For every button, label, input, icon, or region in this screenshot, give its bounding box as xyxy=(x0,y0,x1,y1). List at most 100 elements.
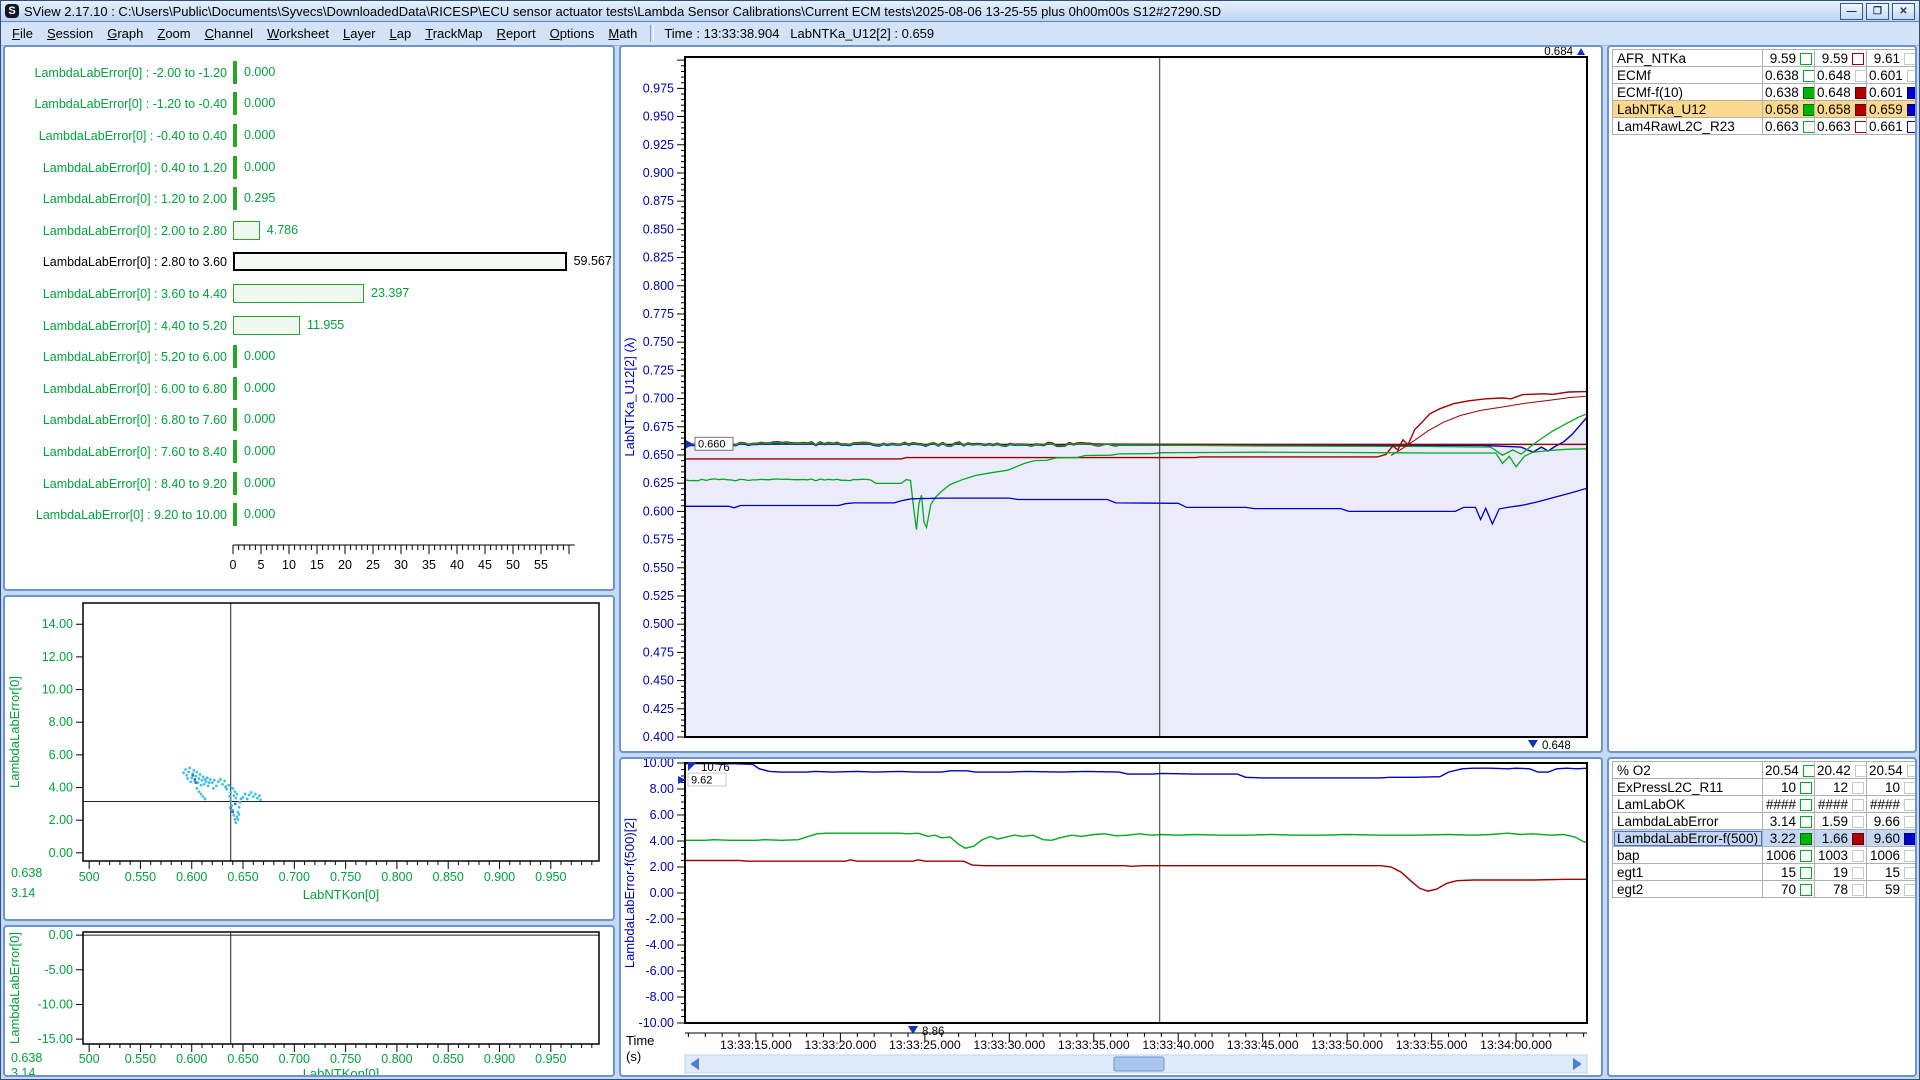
trace-swatch xyxy=(1904,884,1916,896)
channel-row-egt2[interactable]: egt2707859 xyxy=(1613,881,1918,898)
histogram-bar xyxy=(233,440,237,463)
channel-row-labntka-u12[interactable]: LabNTKa_U120.6580.6580.659 xyxy=(1613,101,1918,118)
svg-text:0.700: 0.700 xyxy=(279,1052,310,1066)
x-axis-title: LabNTKon[0] xyxy=(303,887,380,902)
channel-row-egt1[interactable]: egt1151915 xyxy=(1613,864,1918,881)
titlebar[interactable]: S SView 2.17.10 : C:\Users\Public\Docume… xyxy=(1,1,1919,22)
channel-row--o2[interactable]: % O220.5420.4220.54 xyxy=(1613,762,1918,779)
channel-name: ExPressL2C_R11 xyxy=(1613,779,1763,796)
channel-row-ecmf-f-10-[interactable]: ECMf-f(10)0.6380.6480.601 xyxy=(1613,84,1918,101)
histogram-row[interactable]: LambdaLabError[0] : 0.40 to 1.200.000 xyxy=(5,152,613,184)
cursor-x-value: 0.638 xyxy=(11,1051,42,1065)
scatter-panel[interactable]: 0.002.004.006.008.0010.0012.0014.005000.… xyxy=(3,595,615,921)
svg-text:0.475: 0.475 xyxy=(643,645,674,659)
restore-button[interactable]: ❐ xyxy=(1866,3,1889,20)
svg-text:2.00: 2.00 xyxy=(650,860,674,874)
svg-text:0.850: 0.850 xyxy=(433,870,464,884)
trace-swatch xyxy=(1800,833,1812,845)
menu-item-session[interactable]: Session xyxy=(40,24,100,43)
channel-value: 20.54 xyxy=(1763,762,1815,779)
menu-item-worksheet[interactable]: Worksheet xyxy=(260,24,336,43)
main-chart-panel[interactable]: 0.4000.4250.4500.4750.5000.5250.5500.575… xyxy=(619,45,1603,753)
menu-item-lap[interactable]: Lap xyxy=(383,24,419,43)
menu-item-file[interactable]: File xyxy=(5,24,40,43)
trace-swatch xyxy=(1907,765,1917,777)
svg-text:0.950: 0.950 xyxy=(535,1052,566,1066)
svg-text:500: 500 xyxy=(79,1052,100,1066)
menu-item-options[interactable]: Options xyxy=(543,24,602,43)
histogram-row[interactable]: LambdaLabError[0] : 1.20 to 2.000.295 xyxy=(5,183,613,215)
channel-row-bap[interactable]: bap100610031006 xyxy=(1613,847,1918,864)
channel-row-afr-ntka[interactable]: AFR_NTKa9.599.599.61 xyxy=(1613,50,1918,67)
channel-row-expressl2c-r11[interactable]: ExPressL2C_R11101210 xyxy=(1613,779,1918,796)
trace-swatch xyxy=(1800,850,1812,862)
histogram-panel[interactable]: LambdaLabError[0] : -2.00 to -1.200.000L… xyxy=(3,45,615,591)
histogram-bar-area: 0.000 xyxy=(233,345,613,369)
trace-swatch xyxy=(1852,782,1864,794)
svg-text:0.675: 0.675 xyxy=(643,420,674,434)
trace-swatch xyxy=(1852,884,1864,896)
channel-row-lamlabok[interactable]: LamLabOK############ xyxy=(1613,796,1918,813)
close-button[interactable]: ✕ xyxy=(1892,3,1915,20)
channel-row-lambdalaberror[interactable]: LambdaLabError3.141.599.66 xyxy=(1613,813,1918,830)
svg-text:0.650: 0.650 xyxy=(227,1052,258,1066)
histogram-bin-label: LambdaLabError[0] : 6.00 to 6.80 xyxy=(5,382,233,396)
channel-name: LambdaLabError-f(500) xyxy=(1613,830,1763,847)
svg-text:0.00: 0.00 xyxy=(650,886,674,900)
menu-item-zoom[interactable]: Zoom xyxy=(150,24,197,43)
svg-text:0.800: 0.800 xyxy=(643,279,674,293)
channel-value: 10 xyxy=(1867,779,1918,796)
histogram-row[interactable]: LambdaLabError[0] : 6.00 to 6.800.000 xyxy=(5,373,613,405)
histogram-bin-label: LambdaLabError[0] : 8.40 to 9.20 xyxy=(5,477,233,491)
minimize-button[interactable]: — xyxy=(1840,3,1863,20)
channel-value: 1006 xyxy=(1867,847,1918,864)
channel-value: 9.61 xyxy=(1867,50,1918,67)
histogram-row[interactable]: LambdaLabError[0] : 7.60 to 8.400.000 xyxy=(5,436,613,468)
channel-table-top: AFR_NTKa9.599.599.61ECMf0.6380.6480.601E… xyxy=(1612,49,1917,135)
channel-value: 0.638 xyxy=(1763,84,1815,101)
menu-item-channel[interactable]: Channel xyxy=(198,24,260,43)
histogram-row[interactable]: LambdaLabError[0] : -1.20 to -0.400.000 xyxy=(5,89,613,121)
scatter-panel-2[interactable]: 0.00-5.00-10.00-15.005000.5500.6000.6500… xyxy=(3,925,615,1077)
svg-text:6.00: 6.00 xyxy=(650,808,674,822)
channel-row-lam4rawl2c-r23[interactable]: Lam4RawL2C_R230.6630.6630.661 xyxy=(1613,118,1918,135)
svg-text:0.800: 0.800 xyxy=(381,1052,412,1066)
menu-item-graph[interactable]: Graph xyxy=(100,24,150,43)
histogram-bin-value: 4.786 xyxy=(267,223,298,237)
histogram-row[interactable]: LambdaLabError[0] : 4.40 to 5.2011.955 xyxy=(5,310,613,342)
histogram-bar-area: 4.786 xyxy=(233,219,613,243)
histogram-row[interactable]: LambdaLabError[0] : -2.00 to -1.200.000 xyxy=(5,57,613,89)
channel-value: #### xyxy=(1815,796,1867,813)
histogram-bin-label: LambdaLabError[0] : 6.80 to 7.60 xyxy=(5,413,233,427)
error-chart-panel[interactable]: -10.00-8.00-6.00-4.00-2.000.002.004.006.… xyxy=(619,757,1603,1077)
svg-text:55: 55 xyxy=(534,558,548,572)
menu-item-report[interactable]: Report xyxy=(490,24,543,43)
histogram-row[interactable]: LambdaLabError[0] : 5.20 to 6.000.000 xyxy=(5,341,613,373)
histogram-row[interactable]: LambdaLabError[0] : 3.60 to 4.4023.397 xyxy=(5,278,613,310)
svg-text:0.650: 0.650 xyxy=(643,448,674,462)
histogram-bar-area: 11.955 xyxy=(233,314,613,338)
channel-row-ecmf[interactable]: ECMf0.6380.6480.601 xyxy=(1613,67,1918,84)
histogram-bar xyxy=(233,221,260,240)
svg-text:-5.00: -5.00 xyxy=(45,963,74,977)
menu-item-trackmap[interactable]: TrackMap xyxy=(418,24,489,43)
time-tick-label: 13:33:50.000 xyxy=(1311,1038,1383,1052)
channel-row-lambdalaberror-f-500-[interactable]: LambdaLabError-f(500)3.221.669.60 xyxy=(1613,830,1918,847)
svg-text:0.875: 0.875 xyxy=(643,194,674,208)
histogram-row[interactable]: LambdaLabError[0] : 8.40 to 9.200.000 xyxy=(5,468,613,500)
time-tick-label: 13:33:30.000 xyxy=(973,1038,1045,1052)
channel-value: 78 xyxy=(1815,881,1867,898)
trace-swatch xyxy=(1803,765,1815,777)
svg-text:0.950: 0.950 xyxy=(535,870,566,884)
histogram-row[interactable]: LambdaLabError[0] : 6.80 to 7.600.000 xyxy=(5,405,613,437)
scrollbar-thumb[interactable] xyxy=(1114,1057,1164,1071)
histogram-row[interactable]: LambdaLabError[0] : 9.20 to 10.000.000 xyxy=(5,499,613,531)
channel-value: 1.66 xyxy=(1815,830,1867,847)
histogram-row[interactable]: LambdaLabError[0] : -0.40 to 0.400.000 xyxy=(5,120,613,152)
histogram-row[interactable]: LambdaLabError[0] : 2.80 to 3.6059.567 xyxy=(5,247,613,279)
menu-item-layer[interactable]: Layer xyxy=(336,24,383,43)
menu-item-math[interactable]: Math xyxy=(601,24,644,43)
svg-text:0.925: 0.925 xyxy=(643,138,674,152)
histogram-row[interactable]: LambdaLabError[0] : 2.00 to 2.804.786 xyxy=(5,215,613,247)
channel-value: #### xyxy=(1867,796,1918,813)
